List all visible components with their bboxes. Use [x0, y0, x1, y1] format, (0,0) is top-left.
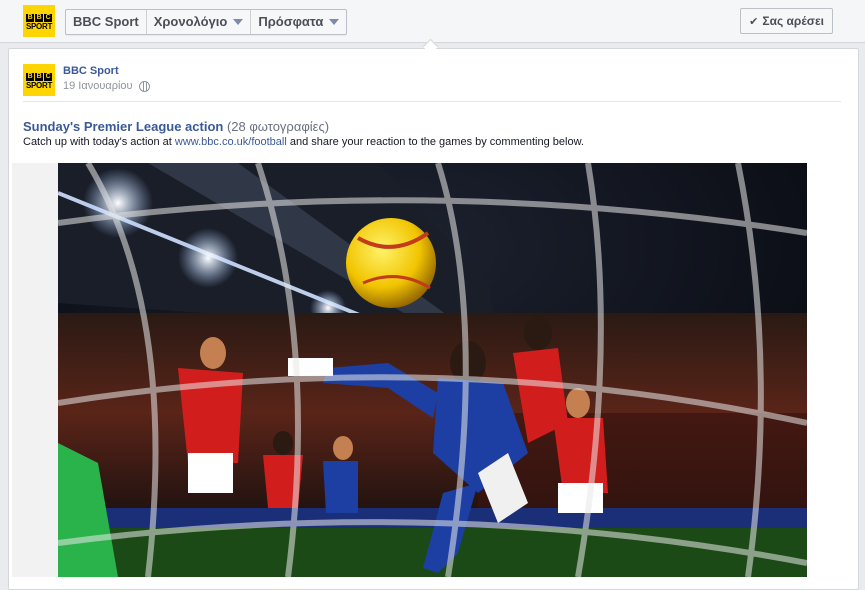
nav-label: Πρόσφατα: [258, 14, 324, 29]
chevron-down-icon: [329, 19, 340, 25]
caption-link[interactable]: www.bbc.co.uk/football: [175, 136, 287, 148]
caption-text: Catch up with today's action at: [23, 136, 175, 148]
post-caption: Catch up with today's action at www.bbc.…: [23, 136, 584, 148]
nav-label: BBC Sport: [73, 14, 139, 29]
globe-icon[interactable]: [138, 80, 150, 92]
nav-label: Χρονολόγιο: [153, 14, 228, 29]
bbc-sport-logo[interactable]: BBC SPORT: [23, 5, 55, 37]
album-photo[interactable]: [58, 163, 807, 577]
logo-letter: C: [44, 72, 52, 81]
album-photo-count: (28 φωτογραφίες): [226, 119, 330, 134]
nav-recent-button[interactable]: Πρόσφατα: [251, 10, 346, 34]
nav-timeline-button[interactable]: Χρονολόγιο: [147, 10, 252, 34]
logo-letter: C: [44, 13, 52, 22]
album-title-link[interactable]: Sunday's Premier League action: [23, 119, 223, 134]
album-title: Sunday's Premier League action (28 φωτογ…: [23, 119, 329, 134]
logo-letter: B: [26, 72, 34, 81]
caption-text: and share your reaction to the games by …: [286, 136, 584, 148]
logo-bbc-text: BBC: [26, 71, 53, 81]
check-icon: ✔: [749, 15, 759, 28]
logo-sport-text: SPORT: [25, 21, 53, 31]
page-avatar[interactable]: BBC SPORT: [23, 64, 55, 96]
logo-sport-text: SPORT: [25, 80, 53, 90]
logo-letter: B: [35, 13, 43, 22]
liked-button[interactable]: ✔ Σας αρέσει: [740, 8, 833, 34]
post-date-link[interactable]: 19 Ιανουαρίου: [63, 80, 133, 92]
logo-bbc-text: BBC: [26, 12, 53, 22]
liked-label: Σας αρέσει: [762, 14, 824, 28]
chevron-down-icon: [233, 19, 244, 25]
nav-page-name-button[interactable]: BBC Sport: [66, 10, 147, 34]
page-nav: BBC Sport Χρονολόγιο Πρόσφατα: [65, 9, 348, 35]
post-author-link[interactable]: BBC Sport: [63, 65, 119, 77]
page-header: BBC SPORT BBC Sport Χρονολόγιο Πρόσφατα …: [0, 0, 865, 43]
logo-letter: B: [35, 72, 43, 81]
post-meta: 19 Ιανουαρίου: [63, 80, 150, 92]
divider: [23, 101, 841, 102]
football-photo: [58, 163, 807, 577]
logo-letter: B: [26, 13, 34, 22]
